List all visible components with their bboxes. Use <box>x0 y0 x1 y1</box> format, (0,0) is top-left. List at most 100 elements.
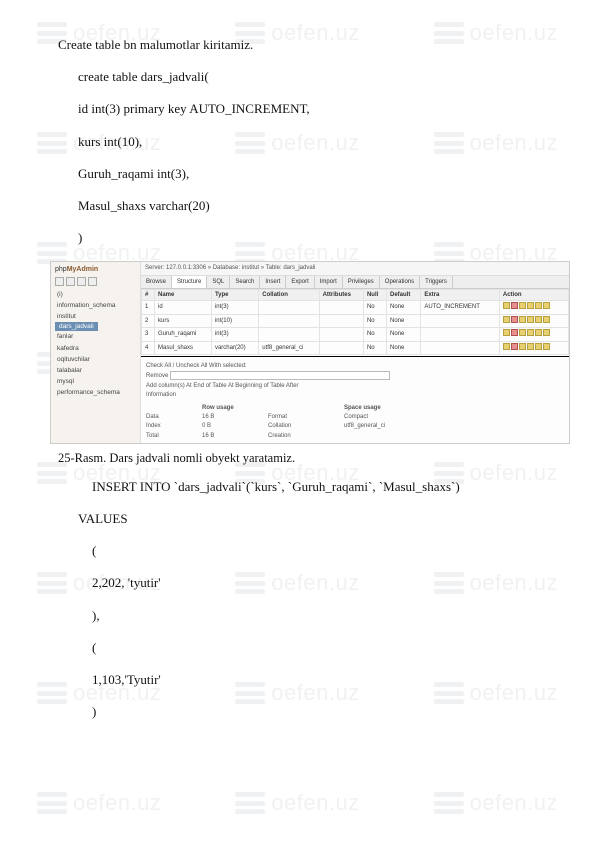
code-line: Guruh_raqami int(3), <box>58 165 545 183</box>
table-row: 4 Masul_shaxs varchar(20) utf8_general_c… <box>142 341 569 354</box>
help-icon <box>77 277 86 286</box>
table-row: 3 Guruh_raqami int(3) No None <box>142 328 569 341</box>
cell: int(3) <box>211 328 258 341</box>
logo-part: MyAdmin <box>67 266 99 273</box>
cell: None <box>386 341 420 354</box>
cell <box>319 314 363 327</box>
action-cell <box>499 341 568 354</box>
watermark-text: oefen.uz <box>73 790 161 816</box>
index-icon <box>535 302 542 309</box>
table-header-row: # Name Type Collation Attributes Null De… <box>142 290 569 301</box>
col-num: # <box>142 290 155 301</box>
unique-icon <box>527 316 534 323</box>
sql-line: ( <box>58 639 545 657</box>
sql-line: 1,103,'Tyutir' <box>58 671 545 689</box>
tab-search: Search <box>230 276 260 288</box>
cell <box>259 301 319 314</box>
tree-table-selected: dars_jadvali <box>55 322 98 331</box>
separator-line <box>141 356 569 357</box>
cell <box>259 328 319 341</box>
tab-browse: Browse <box>141 276 172 288</box>
unique-icon <box>527 329 534 336</box>
meta-cell: Data <box>146 413 196 421</box>
sql-line: ) <box>58 703 545 721</box>
key-icon <box>519 302 526 309</box>
col-null: Null <box>363 290 386 301</box>
col-action: Action <box>499 290 568 301</box>
phpmyadmin-screenshot: phpMyAdmin (i) information_schema instit… <box>50 261 570 444</box>
cell <box>319 341 363 354</box>
cell: No <box>363 301 386 314</box>
meta-cell: Total <box>146 432 196 440</box>
logo-part: php <box>55 266 67 273</box>
remove-label: Remove <box>146 374 168 380</box>
cell: No <box>363 341 386 354</box>
meta-cell: utf8_general_ci <box>344 422 444 430</box>
meta-cell: Compact <box>344 413 444 421</box>
more-icon <box>543 329 550 336</box>
drop-icon <box>511 316 518 323</box>
more-icon <box>543 343 550 350</box>
meta-head: Row usage <box>202 404 262 412</box>
tab-bar: Browse Structure SQL Search Insert Expor… <box>141 276 569 289</box>
watermark-item: oefen.uz <box>37 788 161 818</box>
tab-export: Export <box>286 276 314 288</box>
cell: 2 <box>142 314 155 327</box>
col-collation: Collation <box>259 290 319 301</box>
meta-cell: Index <box>146 422 196 430</box>
cell: varchar(20) <box>211 341 258 354</box>
shot-lower-panel: Check All / Uncheck All With selected: R… <box>141 358 569 443</box>
watermark-item: oefen.uz <box>235 788 359 818</box>
cell <box>319 328 363 341</box>
sql-line: ( <box>58 542 545 560</box>
col-type: Type <box>211 290 258 301</box>
tree-table: fanlar <box>55 331 136 342</box>
cell: None <box>386 314 420 327</box>
toolbar-icons <box>55 277 136 286</box>
key-icon <box>519 343 526 350</box>
code-line: id int(3) primary key AUTO_INCREMENT, <box>58 100 545 118</box>
col-attributes: Attributes <box>319 290 363 301</box>
edit-icon <box>503 302 510 309</box>
cell: AUTO_INCREMENT <box>421 301 500 314</box>
cell: No <box>363 328 386 341</box>
shot-main: Server: 127.0.0.1:3306 » Database: insti… <box>141 262 569 443</box>
meta-cell: Format <box>268 413 338 421</box>
cell: int(10) <box>211 314 258 327</box>
tab-privileges: Privileges <box>343 276 380 288</box>
col-name: Name <box>154 290 211 301</box>
index-icon <box>535 329 542 336</box>
meta-head <box>268 404 338 412</box>
tree-table: oqituvchilar <box>55 354 136 365</box>
meta-cell: Creation <box>268 432 338 440</box>
meta-head: Space usage <box>344 404 444 412</box>
tree-db: mysql <box>55 376 136 387</box>
action-cell <box>499 301 568 314</box>
meta-cell: 16 B <box>202 432 262 440</box>
cell: int(3) <box>211 301 258 314</box>
document-body: Create table bn malumotlar kiritamiz. cr… <box>0 0 595 755</box>
tree-table: kafedra <box>55 343 136 354</box>
sql-line: VALUES <box>58 510 545 528</box>
unique-icon <box>527 343 534 350</box>
breadcrumb: Server: 127.0.0.1:3306 » Database: insti… <box>141 262 569 275</box>
cols-label: column(s) At End of Table At Beginning o… <box>158 383 298 389</box>
drop-icon <box>511 302 518 309</box>
tab-insert: Insert <box>260 276 286 288</box>
table-row: 1 id int(3) No None AUTO_INCREMENT <box>142 301 569 314</box>
cell <box>259 314 319 327</box>
cell: id <box>154 301 211 314</box>
more-icon <box>543 316 550 323</box>
drop-icon <box>511 329 518 336</box>
action-cell <box>499 328 568 341</box>
sql-line: ), <box>58 607 545 625</box>
key-icon <box>519 316 526 323</box>
tree-db: institut <box>55 311 136 322</box>
code-line: Masul_shaxs varchar(20) <box>58 197 545 215</box>
meta-head <box>146 404 196 412</box>
unique-icon <box>527 302 534 309</box>
tree-db: performance_schema <box>55 387 136 398</box>
text-line: Create table bn malumotlar kiritamiz. <box>58 36 545 54</box>
sql-icon <box>66 277 75 286</box>
tab-operations: Operations <box>380 276 420 288</box>
